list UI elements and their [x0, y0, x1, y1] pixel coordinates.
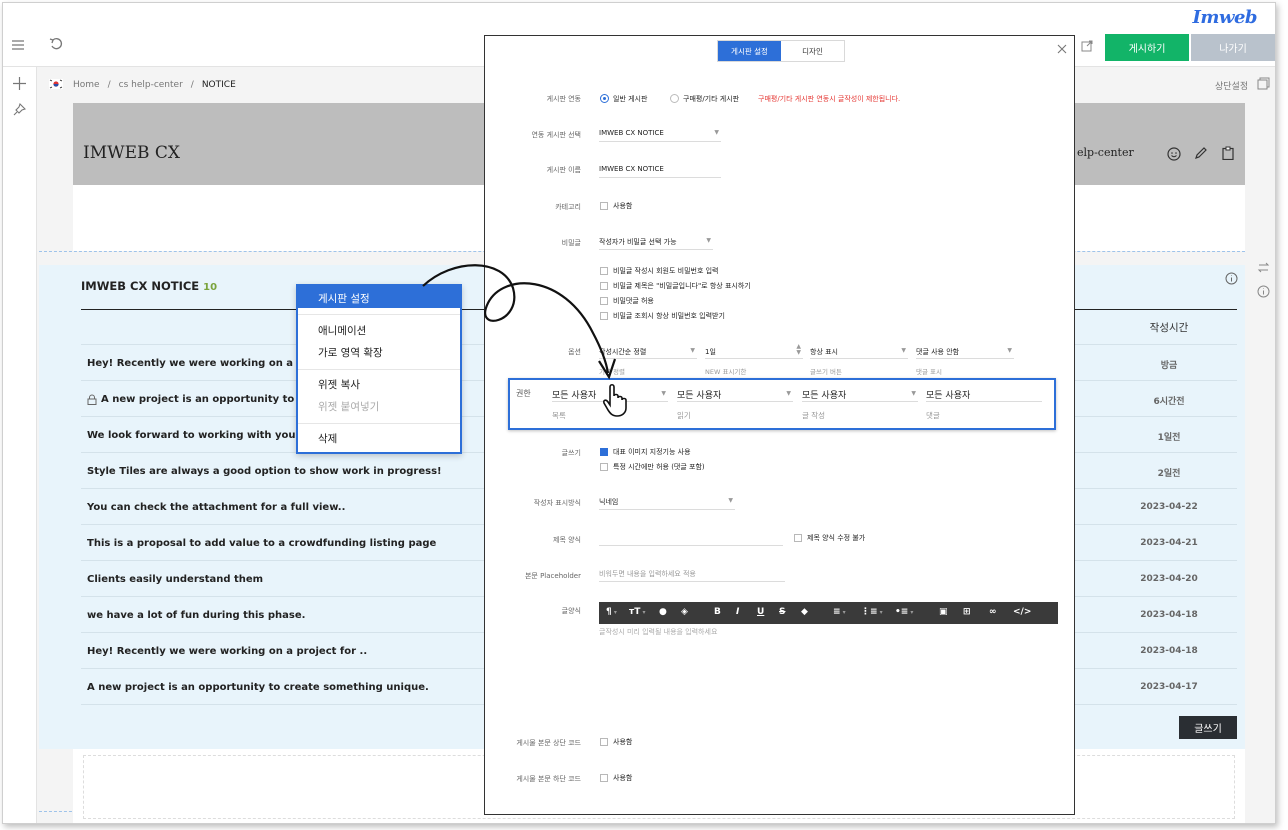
- hand-cursor-icon: [603, 383, 627, 417]
- annotation-arrow: [422, 264, 617, 380]
- editor-window: Imweb 게시하기 나가기 Home / cs help-center / N…: [2, 2, 1276, 824]
